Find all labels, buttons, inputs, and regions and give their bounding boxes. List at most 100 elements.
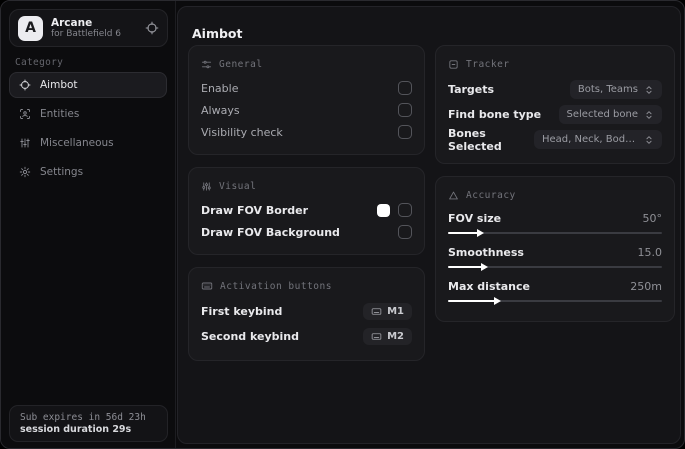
visual-card: Visual Draw FOV Border Draw FOV Backgrou… (188, 167, 425, 255)
setting-label: Always (201, 103, 240, 117)
crosshair-icon[interactable] (145, 21, 159, 35)
draw-fov-border-checkbox[interactable] (398, 203, 412, 217)
app-window: A Arcane for Battlefield 6 Category Aimb… (0, 0, 685, 449)
app-logo: A (18, 15, 43, 41)
tracker-card: Tracker Targets Bots, Teams Find bone ty… (435, 45, 675, 164)
slider-label: FOV size (448, 211, 502, 225)
dropdown-value: Head, Neck, Body, Pe.. (542, 134, 638, 145)
tracker-card-title: Tracker (466, 58, 510, 70)
activation-card-header: Activation buttons (201, 277, 412, 295)
setting-row-bones-selected: Bones Selected Head, Neck, Body, Pe.. (448, 126, 662, 153)
setting-label: Bones Selected (448, 126, 502, 153)
sidebar-item-label: Entities (40, 108, 80, 120)
slider-label: Max distance (448, 279, 530, 293)
keyboard-icon (201, 280, 213, 292)
sidebar-item-miscellaneous[interactable]: Miscellaneous (9, 130, 167, 156)
session-duration-text: session duration 29s (20, 424, 132, 435)
crosshair-icon (19, 79, 31, 91)
visual-card-title: Visual (219, 180, 257, 192)
triangle-icon (448, 190, 459, 201)
fov-size-group: FOV size 50° (448, 208, 662, 238)
page-title: Aimbot (192, 26, 243, 41)
sidebar-item-label: Settings (40, 166, 84, 178)
setting-row-find-bone-type: Find bone type Selected bone (448, 102, 662, 127)
setting-row-draw-fov-background: Draw FOV Background (201, 221, 412, 243)
visual-card-header: Visual (201, 177, 412, 195)
general-card: General Enable Always Visibility check (188, 45, 425, 155)
app-name: Arcane (51, 16, 93, 29)
accuracy-card-title: Accuracy (466, 189, 516, 201)
chevrons-up-down-icon (644, 110, 654, 120)
app-header-card: A Arcane for Battlefield 6 (9, 9, 168, 47)
targets-dropdown[interactable]: Bots, Teams (569, 80, 662, 99)
max-distance-group: Max distance 250m (448, 276, 662, 306)
setting-label: Find bone type (448, 108, 542, 121)
max-distance-slider[interactable] (448, 296, 662, 306)
bones-selected-dropdown[interactable]: Head, Neck, Body, Pe.. (534, 130, 662, 149)
slider-label: Smoothness (448, 245, 524, 259)
second-keybind-button[interactable]: M2 (363, 328, 412, 345)
chevrons-up-down-icon (644, 85, 654, 95)
setting-label: Enable (201, 81, 239, 95)
app-meta: Arcane for Battlefield 6 (51, 17, 137, 39)
sliders-vertical-icon (19, 137, 31, 149)
sub-expiry-text: Sub expires in 56d 23h (20, 412, 146, 423)
gear-icon (19, 166, 31, 178)
sidebar-nav: Aimbot Entities Miscellaneous Settings (9, 72, 167, 185)
general-card-header: General (201, 55, 412, 73)
slider-value: 250m (630, 279, 662, 293)
sidebar-item-label: Miscellaneous (40, 137, 114, 149)
slider-value: 50° (642, 211, 663, 225)
focus-frame-icon (448, 59, 459, 70)
fov-size-slider[interactable] (448, 228, 662, 238)
sliders-horizontal-icon (201, 59, 212, 70)
enable-checkbox[interactable] (398, 81, 412, 95)
left-column: General Enable Always Visibility check V… (188, 45, 425, 361)
setting-row-draw-fov-border: Draw FOV Border (201, 199, 412, 221)
smoothness-group: Smoothness 15.0 (448, 242, 662, 272)
setting-row-targets: Targets Bots, Teams (448, 77, 662, 102)
accuracy-card: Accuracy FOV size 50° Smoothness 15.0 Ma… (435, 176, 675, 322)
setting-row-second-keybind: Second keybind M2 (201, 324, 412, 349)
app-subtitle: for Battlefield 6 (51, 28, 122, 39)
category-label: Category (15, 57, 64, 68)
sidebar-item-settings[interactable]: Settings (9, 159, 167, 185)
fov-border-color-swatch[interactable] (377, 203, 390, 217)
draw-fov-background-checkbox[interactable] (398, 225, 412, 239)
slider-thumb[interactable] (494, 297, 502, 305)
find-bone-type-dropdown[interactable]: Selected bone (558, 105, 662, 124)
setting-row-visibility-check: Visibility check (201, 121, 412, 143)
first-keybind-button[interactable]: M1 (363, 303, 412, 320)
chevrons-up-down-icon (644, 135, 654, 145)
tracker-card-header: Tracker (448, 55, 662, 73)
sidebar-item-entities[interactable]: Entities (9, 101, 167, 127)
keyboard-icon (371, 306, 382, 317)
setting-label: Targets (448, 83, 495, 96)
visibility-check-checkbox[interactable] (398, 125, 412, 139)
activation-buttons-card: Activation buttons First keybind M1 Seco… (188, 267, 425, 361)
adjustments-icon (201, 181, 212, 192)
keyboard-icon (371, 331, 382, 342)
keybind-value: M2 (387, 331, 404, 342)
subscription-status-card: Sub expires in 56d 23h session duration … (9, 405, 168, 442)
setting-row-enable: Enable (201, 77, 412, 99)
main-panel: Aimbot General Enable Always Visibility … (177, 6, 681, 444)
sidebar-item-label: Aimbot (40, 79, 78, 91)
sidebar-item-aimbot[interactable]: Aimbot (9, 72, 167, 98)
setting-label: First keybind (201, 305, 283, 318)
general-card-title: General (219, 58, 263, 70)
dropdown-value: Bots, Teams (577, 84, 638, 95)
activation-card-title: Activation buttons (220, 280, 332, 292)
setting-row-first-keybind: First keybind M1 (201, 299, 412, 324)
setting-row-always: Always (201, 99, 412, 121)
always-checkbox[interactable] (398, 103, 412, 117)
accuracy-card-header: Accuracy (448, 186, 662, 204)
setting-label: Draw FOV Background (201, 225, 340, 239)
smoothness-slider[interactable] (448, 262, 662, 272)
sidebar: A Arcane for Battlefield 6 Category Aimb… (1, 1, 176, 448)
slider-thumb[interactable] (476, 229, 484, 237)
setting-label: Second keybind (201, 330, 299, 343)
slider-thumb[interactable] (481, 263, 489, 271)
setting-label: Draw FOV Border (201, 203, 309, 217)
dropdown-value: Selected bone (566, 109, 638, 120)
